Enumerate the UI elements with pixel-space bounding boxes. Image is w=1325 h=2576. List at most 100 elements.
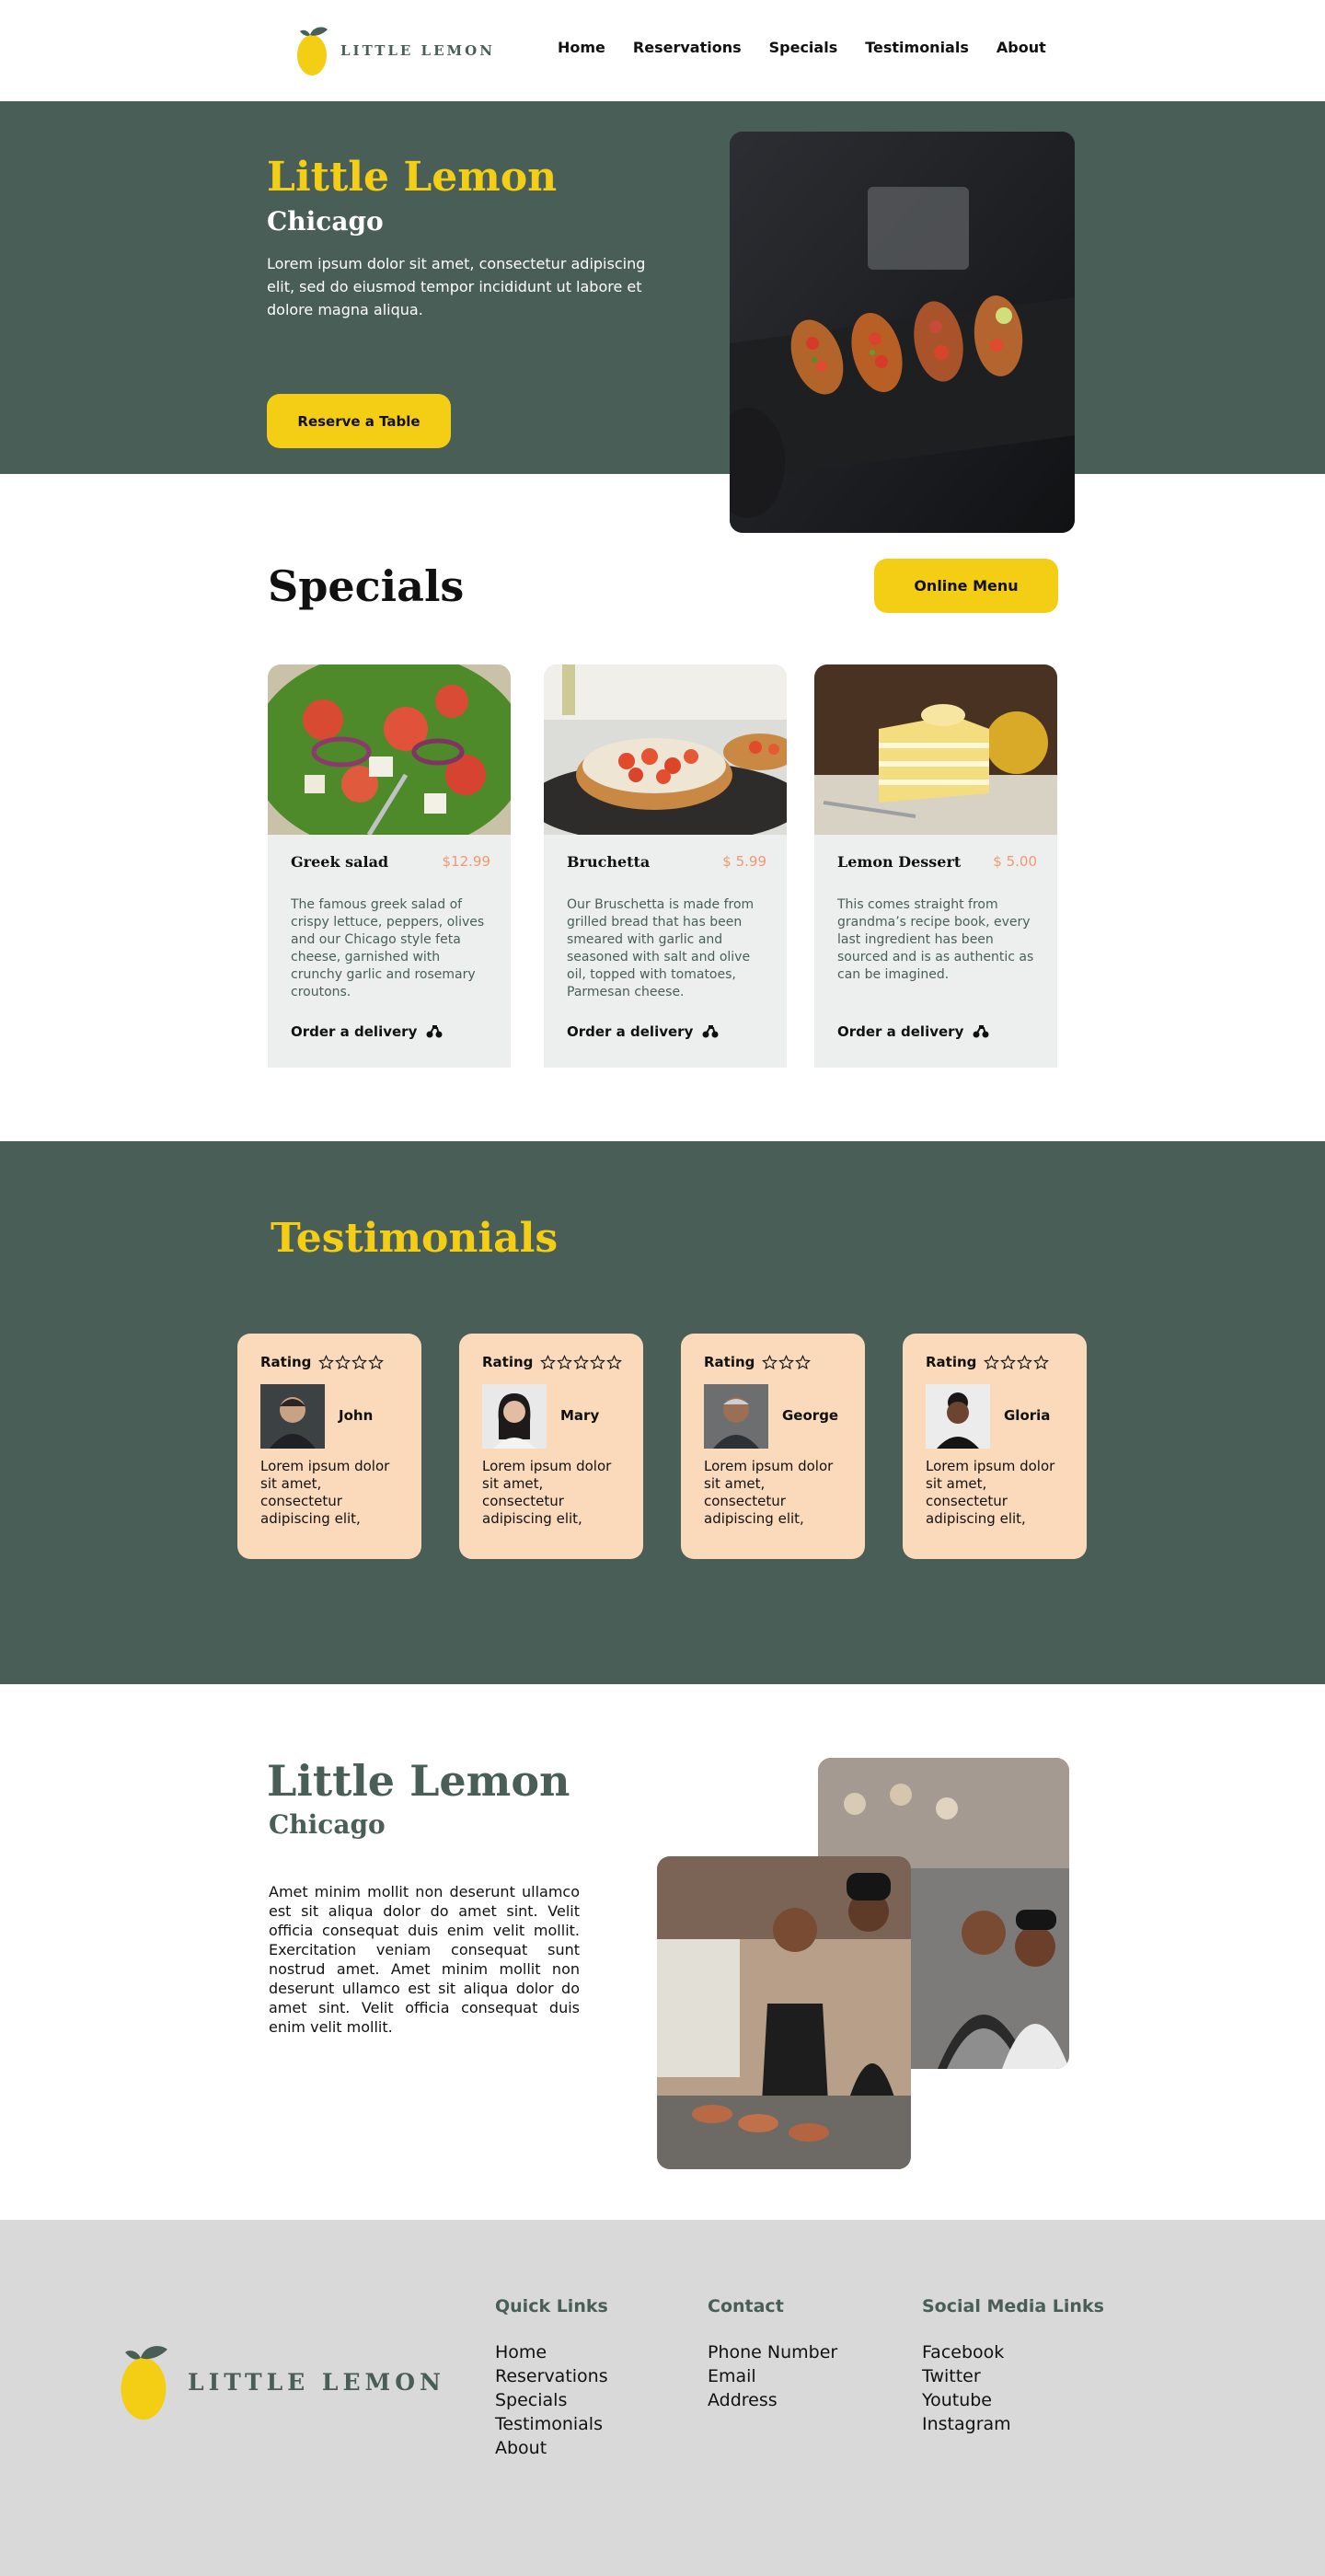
star-icon — [1000, 1354, 1017, 1369]
testimonial-text: Lorem ipsum dolor sit amet, consectetur … — [260, 1458, 390, 1527]
footer-link-instagram[interactable]: Instagram — [922, 2412, 1104, 2436]
star-icon — [606, 1354, 623, 1369]
nav-link-about[interactable]: About — [997, 39, 1046, 56]
testimonial-text: Lorem ipsum dolor sit amet, consectetur … — [704, 1458, 834, 1527]
star-icon — [335, 1354, 351, 1369]
testimonial-card-mary: Rating Mary Lorem ipsum dolor sit amet, … — [459, 1334, 643, 1559]
rating-row: Rating — [482, 1354, 623, 1370]
footer-column-contact: Contact Phone Number Email Address — [708, 2296, 837, 2412]
footer-link-facebook[interactable]: Facebook — [922, 2340, 1104, 2364]
rating-row: Rating — [926, 1354, 1050, 1370]
footer-link-list: Phone Number Email Address — [708, 2340, 837, 2412]
special-description: This comes straight from grandma’s recip… — [837, 897, 1034, 982]
star-rating — [762, 1354, 812, 1370]
star-icon — [557, 1354, 573, 1369]
special-price: $12.99 — [442, 853, 491, 870]
testimonial-text: Lorem ipsum dolor sit amet, consectetur … — [926, 1458, 1055, 1527]
online-menu-button[interactable]: Online Menu — [874, 559, 1058, 613]
footer-link-reservations[interactable]: Reservations — [495, 2364, 608, 2388]
star-icon — [351, 1354, 368, 1369]
avatar — [482, 1384, 547, 1449]
mary-avatar-photo — [482, 1384, 547, 1449]
avatar — [260, 1384, 325, 1449]
footer-link-twitter[interactable]: Twitter — [922, 2364, 1104, 2388]
nav-link-home[interactable]: Home — [558, 39, 605, 56]
nav-link-specials[interactable]: Specials — [769, 39, 838, 56]
footer-link-phone[interactable]: Phone Number — [708, 2340, 837, 2364]
testimonials-title: Testimonials — [271, 1215, 559, 1262]
footer-link-list: Home Reservations Specials Testimonials … — [495, 2340, 608, 2460]
greek-salad-photo — [268, 664, 511, 853]
star-rating — [984, 1354, 1050, 1370]
testimonial-text: Lorem ipsum dolor sit amet, consectetur … — [482, 1458, 612, 1527]
footer-column-title: Quick Links — [495, 2296, 608, 2316]
specials-title: Specials — [268, 561, 465, 611]
rating-label: Rating — [260, 1354, 312, 1370]
main-menu: Home Reservations Specials Testimonials … — [558, 39, 1046, 56]
george-avatar-photo — [704, 1384, 768, 1449]
top-navigation: LITTLE LEMON Home Reservations Specials … — [0, 0, 1325, 101]
footer-link-home[interactable]: Home — [495, 2340, 608, 2364]
rating-row: Rating — [260, 1354, 385, 1370]
footer-link-email[interactable]: Email — [708, 2364, 837, 2388]
footer-link-specials[interactable]: Specials — [495, 2388, 608, 2412]
reserve-table-button[interactable]: Reserve a Table — [267, 394, 451, 448]
star-icon — [318, 1354, 335, 1369]
footer-link-address[interactable]: Address — [708, 2388, 837, 2412]
delivery-bike-icon — [426, 1025, 443, 1038]
rating-label: Rating — [704, 1354, 755, 1370]
chefs-kitchen-photo — [657, 1856, 911, 2169]
star-icon — [778, 1354, 795, 1369]
star-icon — [573, 1354, 590, 1369]
hero-image — [730, 132, 1075, 533]
rating-label: Rating — [926, 1354, 977, 1370]
order-delivery-link[interactable]: Order a delivery — [837, 1023, 989, 1040]
star-rating — [540, 1354, 623, 1370]
footer-column-social: Social Media Links Facebook Twitter Yout… — [922, 2296, 1104, 2436]
avatar — [926, 1384, 990, 1449]
testimonial-name: Mary — [560, 1407, 600, 1424]
nav-link-testimonials[interactable]: Testimonials — [865, 39, 969, 56]
footer-link-about[interactable]: About — [495, 2436, 608, 2460]
testimonials-section — [0, 1141, 1325, 1684]
john-avatar-photo — [260, 1384, 325, 1449]
footer-link-list: Facebook Twitter Youtube Instagram — [922, 2340, 1104, 2436]
testimonial-card-gloria: Rating Gloria Lorem ipsum dolor sit amet… — [903, 1334, 1087, 1559]
about-subtitle: Chicago — [269, 1809, 386, 1840]
hero-subtitle: Chicago — [267, 206, 384, 237]
testimonial-name: Gloria — [1004, 1407, 1051, 1424]
order-delivery-link[interactable]: Order a delivery — [567, 1023, 719, 1040]
special-name: Lemon Dessert — [837, 853, 962, 871]
star-icon — [590, 1354, 606, 1369]
star-icon — [795, 1354, 812, 1369]
footer-column-title: Social Media Links — [922, 2296, 1104, 2316]
footer-logo[interactable]: LITTLE LEMON — [120, 2340, 445, 2423]
order-delivery-link[interactable]: Order a delivery — [291, 1023, 443, 1040]
star-icon — [540, 1354, 557, 1369]
order-label: Order a delivery — [837, 1023, 964, 1040]
header-logo[interactable]: LITTLE LEMON — [296, 24, 495, 77]
delivery-bike-icon — [973, 1025, 989, 1038]
special-card-greek-salad: Greek salad $12.99 The famous greek sala… — [268, 664, 511, 1068]
order-label: Order a delivery — [291, 1023, 418, 1040]
about-text: Amet minim mollit non deserunt ullamco e… — [269, 1883, 580, 2036]
special-price: $ 5.00 — [993, 853, 1037, 870]
testimonial-name: John — [339, 1407, 374, 1424]
star-icon — [1033, 1354, 1050, 1369]
logo-wordmark: LITTLE LEMON — [340, 42, 495, 59]
footer-link-testimonials[interactable]: Testimonials — [495, 2412, 608, 2436]
special-card-bruchetta: Bruchetta $ 5.99 Our Bruschetta is made … — [544, 664, 787, 1068]
star-rating — [318, 1354, 385, 1370]
special-description: Our Bruschetta is made from grilled brea… — [567, 897, 755, 999]
nav-link-reservations[interactable]: Reservations — [633, 39, 742, 56]
star-icon — [1017, 1354, 1033, 1369]
special-price: $ 5.99 — [722, 853, 766, 870]
special-card-lemon-dessert: Lemon Dessert $ 5.00 This comes straight… — [814, 664, 1057, 1068]
footer-link-youtube[interactable]: Youtube — [922, 2388, 1104, 2412]
hero-title: Little Lemon — [267, 154, 558, 201]
testimonial-card-george: Rating George Lorem ipsum dolor sit amet… — [681, 1334, 865, 1559]
lemon-dessert-photo — [814, 664, 1057, 835]
about-image-front — [657, 1856, 911, 2169]
special-description: The famous greek salad of crispy lettuce… — [291, 897, 485, 999]
footer-column-quick-links: Quick Links Home Reservations Specials T… — [495, 2296, 608, 2460]
